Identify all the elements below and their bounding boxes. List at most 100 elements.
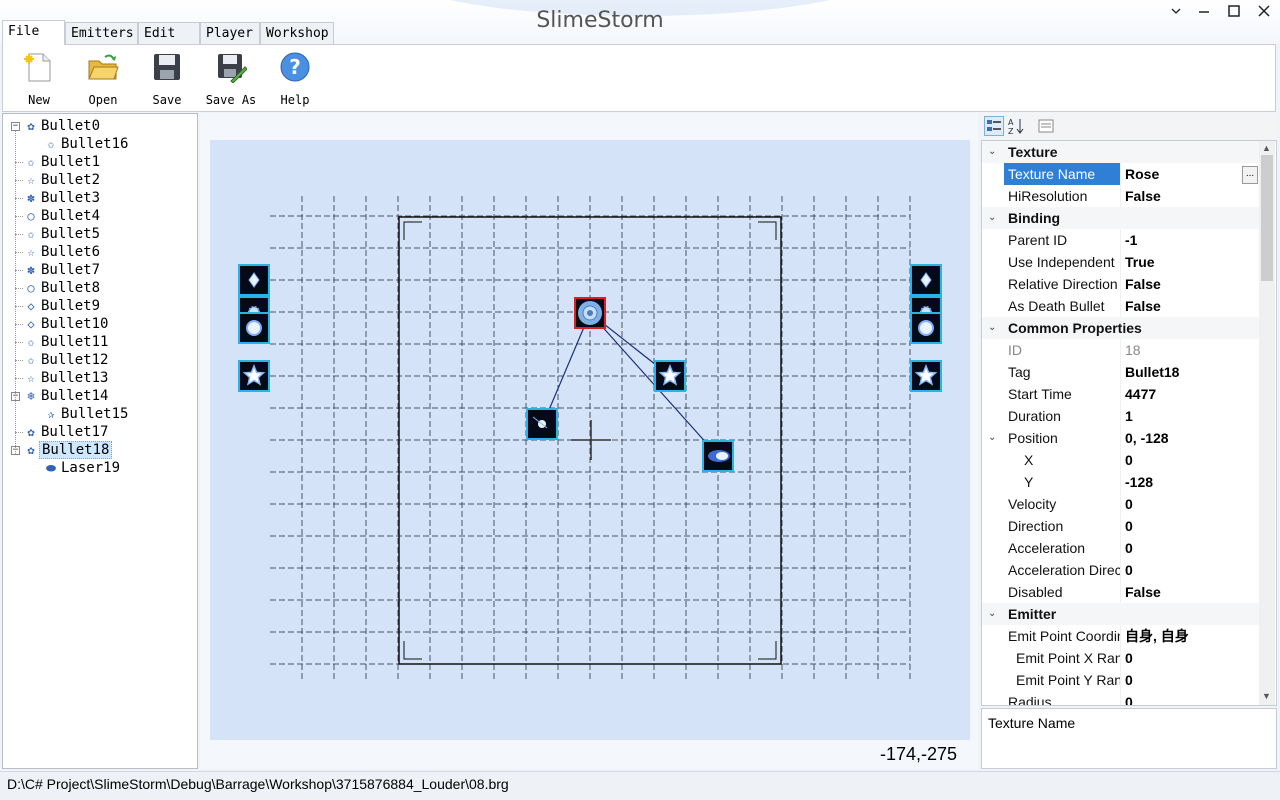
property-row[interactable]: Duration 1 (982, 405, 1260, 427)
property-scrollbar[interactable]: ▲ ▼ (1259, 141, 1275, 705)
property-value[interactable]: Rose (1125, 163, 1255, 185)
property-row[interactable]: Texture Name Rose (982, 163, 1260, 185)
property-value[interactable]: 0 (1125, 537, 1255, 559)
property-value[interactable]: -1 (1125, 229, 1255, 251)
tree-item[interactable]: ✩ Bullet1 (23, 153, 102, 171)
property-row[interactable]: X0 (982, 449, 1260, 471)
new-button[interactable]: New (9, 47, 69, 109)
property-value[interactable]: 自身, 自身 (1125, 625, 1255, 647)
property-row[interactable]: Direction 0 (982, 515, 1260, 537)
open-button[interactable]: Open (73, 47, 133, 109)
crosshair-icon (571, 420, 611, 460)
property-row[interactable]: Emit Point X Range 0 (982, 647, 1260, 669)
property-category[interactable]: ⌄ Binding (982, 207, 1260, 229)
tree-item[interactable]: ☆ Bullet6 (23, 243, 102, 261)
collapse-toggle[interactable]: − (11, 122, 20, 131)
property-value[interactable]: False (1125, 273, 1255, 295)
chevron-down-icon[interactable]: ⌄ (988, 141, 996, 163)
property-value[interactable]: 0 (1125, 669, 1255, 691)
property-value[interactable]: 0 (1125, 647, 1255, 669)
property-value[interactable]: True (1125, 251, 1255, 273)
tree-item[interactable]: ○ Bullet4 (23, 207, 102, 225)
property-pages-icon[interactable] (1036, 116, 1056, 136)
chevron-down-icon[interactable]: ⌄ (988, 207, 996, 229)
property-value[interactable]: 0, -128 (1125, 427, 1255, 449)
property-row[interactable]: Acceleration 0 (982, 537, 1260, 559)
property-grid[interactable]: ⌄ Texture Texture Name Rose HiResolution Fals… (981, 140, 1277, 706)
property-value[interactable]: False (1125, 295, 1255, 317)
property-row[interactable]: Relative Direction False (982, 273, 1260, 295)
property-value[interactable]: 0 (1125, 691, 1255, 705)
tab-emitters[interactable]: Emitters (65, 22, 138, 44)
tab-workshop[interactable]: Workshop (260, 22, 334, 44)
property-value[interactable]: 0 (1125, 515, 1255, 537)
minimize-icon[interactable] (1162, 4, 1190, 24)
property-category[interactable]: ⌄ Texture (982, 141, 1260, 163)
ring-icon (246, 320, 262, 336)
stage-canvas[interactable] (210, 140, 970, 740)
property-row[interactable]: Velocity 0 (982, 493, 1260, 515)
tree-item[interactable]: ✽ Bullet7 (23, 261, 102, 279)
property-row[interactable]: Parent ID -1 (982, 229, 1260, 251)
ring-icon (918, 320, 934, 336)
sort-az-icon[interactable]: AZ (1006, 116, 1026, 136)
tree-item[interactable]: ✿ Bullet0 (23, 117, 102, 135)
close-icon[interactable] (1250, 4, 1278, 24)
tree-item[interactable]: ✩ Bullet16 (43, 135, 130, 153)
tree-item[interactable]: ✿ Bullet18 (23, 441, 113, 459)
property-row[interactable]: Emit Point Coordinate 自身, 自身 (982, 625, 1260, 647)
property-row[interactable]: Start Time 4477 (982, 383, 1260, 405)
property-row[interactable]: ⌄ Position 0, -128 (982, 427, 1260, 449)
property-row[interactable]: Acceleration Direction 0 (982, 559, 1260, 581)
save-button[interactable]: Save (137, 47, 197, 109)
categorized-icon[interactable] (984, 116, 1004, 136)
property-value[interactable]: 0 (1125, 559, 1255, 581)
property-row[interactable]: Use Independent True (982, 251, 1260, 273)
tree-item[interactable]: ◇ Bullet10 (23, 315, 110, 333)
tree-item[interactable]: ✿ Bullet17 (23, 423, 110, 441)
property-value[interactable]: 0 (1125, 493, 1255, 515)
property-row[interactable]: As Death Bullet False (982, 295, 1260, 317)
property-value[interactable]: 18 (1125, 339, 1255, 361)
help-button[interactable]: ? Help (265, 47, 325, 109)
chevron-down-icon[interactable]: ⌄ (988, 427, 996, 449)
property-value[interactable]: 4477 (1125, 383, 1255, 405)
save-as-button[interactable]: Save As (201, 47, 261, 109)
tree-item[interactable]: ✩ Bullet11 (23, 333, 110, 351)
tab-file[interactable]: File (2, 20, 65, 45)
tree-item[interactable]: ✩ Bullet12 (23, 351, 110, 369)
tree-item[interactable]: ◇ Bullet9 (23, 297, 102, 315)
property-value[interactable]: False (1125, 581, 1255, 603)
tab-player[interactable]: Player (200, 22, 260, 44)
property-row[interactable]: Y -128 (982, 471, 1260, 493)
tree-item[interactable]: ☆ Bullet2 (23, 171, 102, 189)
tree-item[interactable]: ☆ Bullet13 (23, 369, 110, 387)
property-row[interactable]: Disabled False (982, 581, 1260, 603)
property-row[interactable]: Tag Bullet18 (982, 361, 1260, 383)
property-value[interactable]: -128 (1125, 471, 1255, 493)
property-value[interactable]: 0 (1125, 449, 1255, 471)
maximize-icon[interactable] (1220, 4, 1248, 24)
tree-item[interactable]: ○ Bullet8 (23, 279, 102, 297)
chevron-down-icon[interactable]: ⌄ (988, 317, 996, 339)
property-value[interactable]: 1 (1125, 405, 1255, 427)
property-row[interactable]: HiResolution False (982, 185, 1260, 207)
property-value[interactable]: False (1125, 185, 1255, 207)
property-row[interactable]: Radius 0 (982, 691, 1260, 705)
tree-item[interactable]: ❄ Bullet14 (23, 387, 110, 405)
tree-item[interactable]: ⬬ Laser19 (43, 459, 122, 477)
scroll-thumb[interactable] (1261, 155, 1273, 281)
property-row[interactable]: Emit Point Y Range 0 (982, 669, 1260, 691)
property-row[interactable]: ID 18 (982, 339, 1260, 361)
tree-item[interactable]: ✰ Bullet15 (43, 405, 130, 423)
browse-texture-button[interactable]: ... (1242, 166, 1258, 184)
bullet-tree[interactable]: ✿ Bullet0 − ✩ Bullet16 ✩ Bullet1 ☆ Bullet2 ✽ Bulle… (2, 113, 198, 769)
property-category[interactable]: ⌄ Common Properties (982, 317, 1260, 339)
tab-edit[interactable]: Edit (138, 22, 200, 44)
tree-item[interactable]: ✽ Bullet3 (23, 189, 102, 207)
chevron-down-icon[interactable]: ⌄ (988, 603, 996, 625)
property-value[interactable]: Bullet18 (1125, 361, 1255, 383)
minimize-button[interactable] (1190, 4, 1218, 24)
tree-item[interactable]: ✩ Bullet5 (23, 225, 102, 243)
property-category[interactable]: ⌄ Emitter (982, 603, 1260, 625)
